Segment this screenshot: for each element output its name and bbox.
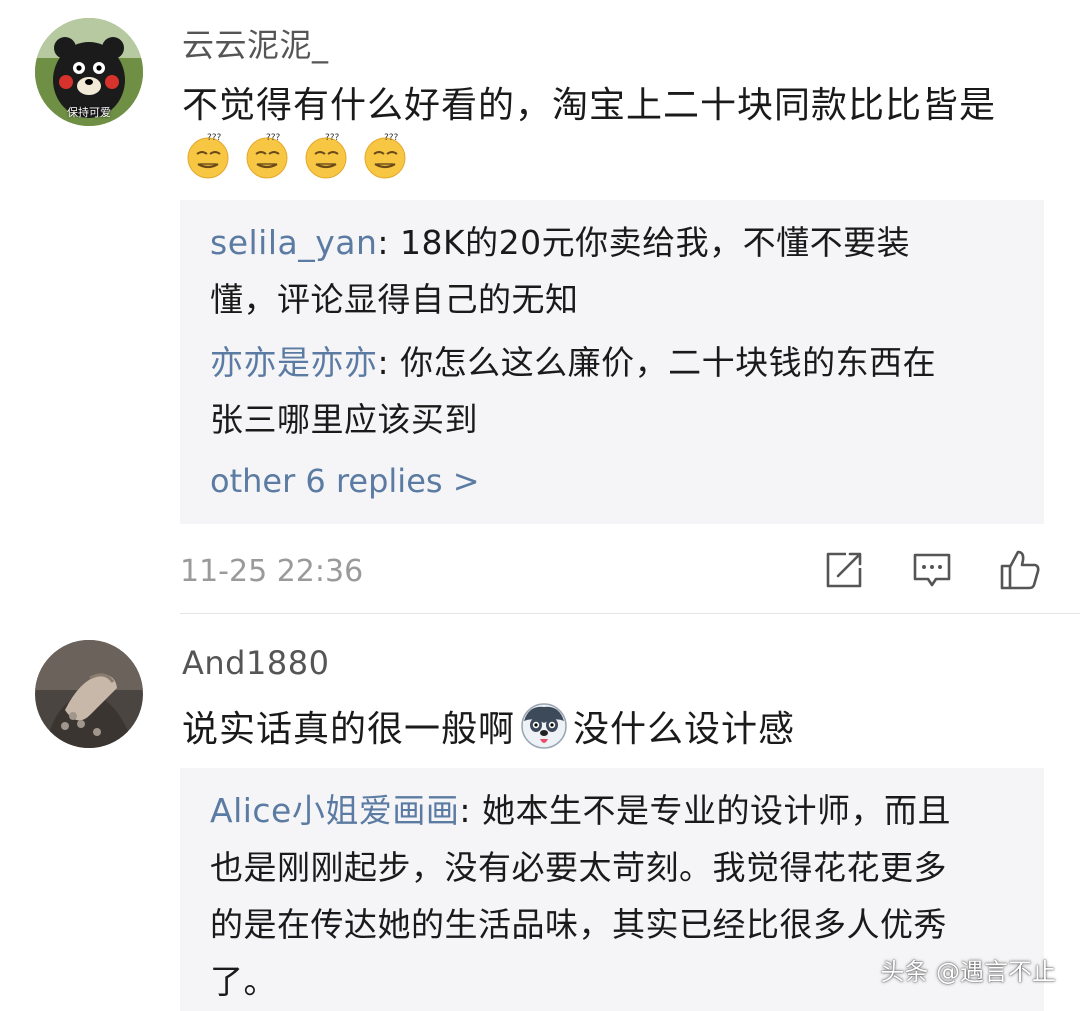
comment-text-part: 没什么设计感	[573, 709, 796, 750]
comment-text-part: 说实话真的很一般啊	[182, 709, 516, 750]
thumbs-up-icon[interactable]	[998, 548, 1042, 592]
comment-username[interactable]: 云云泥泥_	[182, 20, 329, 66]
comment-item: 保持可爱 云云泥泥_ 不觉得有什么好看的，淘宝上二十块同款比比皆是 ??? ??…	[0, 0, 1080, 612]
reply-item: 亦亦是亦亦: 你怎么这么廉价，二十块钱的东西在 张三哪里应该买到	[210, 334, 1020, 448]
reply-text: 18K的20元你卖给我，不懂不要装	[400, 223, 911, 262]
comment-text: 说实话真的很一般啊 没什么设计感	[182, 700, 795, 752]
smirk-emoji-icon: ???	[360, 130, 410, 180]
reply-text: 了。	[210, 962, 277, 1001]
watermark: 头条 @遇言不止	[880, 958, 1056, 986]
svg-text:???: ???	[384, 133, 399, 143]
reply-text: 懂，评论显得自己的无知	[210, 280, 579, 319]
reply-item: selila_yan: 18K的20元你卖给我，不懂不要装 懂，评论显得自己的无…	[210, 214, 1020, 328]
smirk-emoji-icon: ???	[242, 130, 292, 180]
emoji-row: ??? ??? ??? ???	[183, 130, 410, 180]
share-icon[interactable]	[822, 548, 866, 592]
husky-emoji-icon	[519, 701, 569, 751]
reply-text: 也是刚刚起步，没有必要太苛刻。我觉得花花更多	[210, 848, 947, 887]
reply-text: 的是在传达她的生活品味，其实已经比很多人优秀	[210, 905, 947, 944]
reply-author[interactable]: Alice小姐爱画画	[210, 791, 459, 830]
smirk-emoji-icon: ???	[301, 130, 351, 180]
svg-text:???: ???	[266, 133, 281, 143]
comment-timestamp: 11-25 22:36	[180, 554, 364, 589]
reply-separator: :	[377, 343, 401, 382]
comment-meta: 11-25 22:36	[180, 548, 1044, 598]
svg-text:???: ???	[325, 133, 340, 143]
reply-separator: :	[459, 791, 482, 830]
reply-box[interactable]: selila_yan: 18K的20元你卖给我，不懂不要装 懂，评论显得自己的无…	[180, 200, 1044, 524]
reply-text: 她本生不是专业的设计师，而且	[481, 791, 951, 830]
reply-author[interactable]: 亦亦是亦亦	[210, 343, 378, 382]
comment-text: 不觉得有什么好看的，淘宝上二十块同款比比皆是	[182, 85, 997, 126]
reply-text: 你怎么这么廉价，二十块钱的东西在	[400, 343, 937, 382]
avatar[interactable]: 保持可爱	[35, 18, 143, 126]
svg-text:???: ???	[207, 133, 222, 143]
avatar-caption: 保持可爱	[67, 106, 111, 119]
smirk-emoji-icon: ???	[183, 130, 233, 180]
comment-username[interactable]: And1880	[182, 644, 329, 682]
reply-author[interactable]: selila_yan	[210, 223, 377, 262]
reply-separator: :	[377, 223, 400, 262]
more-replies-link[interactable]: other 6 replies >	[210, 462, 480, 500]
comment-icon[interactable]	[910, 548, 954, 592]
reply-text: 张三哪里应该买到	[210, 400, 478, 439]
avatar[interactable]	[35, 640, 143, 748]
